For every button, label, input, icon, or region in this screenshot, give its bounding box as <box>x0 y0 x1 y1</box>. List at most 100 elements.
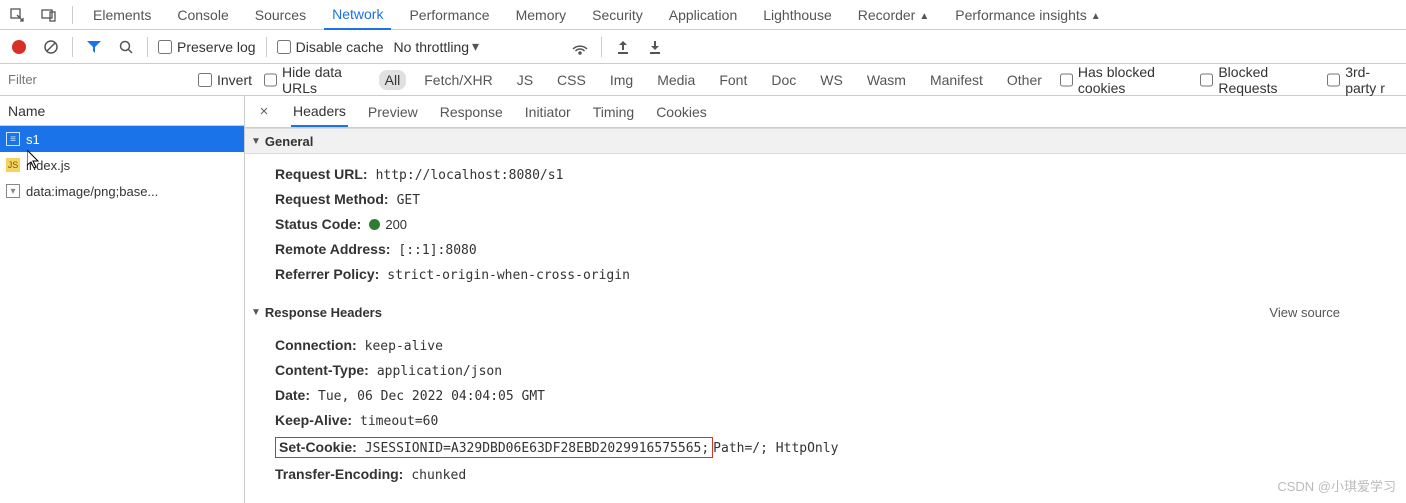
filter-css[interactable]: CSS <box>551 70 592 90</box>
filter-toggle-icon[interactable] <box>83 36 105 58</box>
filter-js[interactable]: JS <box>511 70 539 90</box>
value: http://localhost:8080/s1 <box>376 168 564 183</box>
filter-media[interactable]: Media <box>651 70 701 90</box>
label: Set-Cookie: <box>279 439 357 455</box>
filter-img[interactable]: Img <box>604 70 639 90</box>
triangle-down-icon: ▼ <box>251 136 261 147</box>
response-headers-list: Connection: keep-alive Content-Type: appli… <box>245 325 1406 499</box>
third-party-checkbox[interactable]: 3rd-party r <box>1327 64 1400 96</box>
value: 200 <box>369 217 407 233</box>
document-icon: ≡ <box>6 132 20 146</box>
filter-bar: Invert Hide data URLs All Fetch/XHR JS C… <box>0 64 1406 96</box>
disable-cache-checkbox[interactable]: Disable cache <box>277 39 384 55</box>
tab-lighthouse[interactable]: Lighthouse <box>755 1 840 29</box>
section-general[interactable]: ▼ General <box>245 128 1406 154</box>
throttling-value: No throttling <box>394 39 469 55</box>
tab-console[interactable]: Console <box>169 1 236 29</box>
section-title: General <box>265 134 313 149</box>
preserve-log-label: Preserve log <box>177 39 256 55</box>
value: [::1]:8080 <box>398 243 476 258</box>
general-list: Request URL:http://localhost:8080/s1 Req… <box>245 154 1406 299</box>
filter-input[interactable] <box>6 69 186 90</box>
request-row[interactable]: ≡ s1 <box>0 126 244 152</box>
request-list-pane: Name ≡ s1 JS index.js ▾ data:image/png;b… <box>0 96 245 503</box>
tab-memory[interactable]: Memory <box>508 1 575 29</box>
close-detail-icon[interactable]: × <box>255 103 273 120</box>
value: timeout=60 <box>360 414 438 429</box>
label: Connection: <box>275 337 357 353</box>
filter-manifest[interactable]: Manifest <box>924 70 989 90</box>
tab-sources[interactable]: Sources <box>247 1 314 29</box>
search-icon[interactable] <box>115 36 137 58</box>
value: application/json <box>377 364 502 379</box>
download-har-icon[interactable] <box>644 36 666 58</box>
filter-all[interactable]: All <box>379 70 407 90</box>
filter-ws[interactable]: WS <box>814 70 849 90</box>
label: Referrer Policy: <box>275 266 379 282</box>
request-name: index.js <box>26 158 70 173</box>
chevron-down-icon: ▾ <box>472 38 479 55</box>
request-row[interactable]: JS index.js <box>0 152 244 178</box>
value: keep-alive <box>365 339 443 354</box>
separator <box>266 37 267 57</box>
throttling-select[interactable]: No throttling ▾ <box>394 38 560 55</box>
filter-wasm[interactable]: Wasm <box>861 70 912 90</box>
section-response-headers[interactable]: ▼ Response Headers View source <box>245 299 1406 325</box>
blocked-requests-checkbox[interactable]: Blocked Requests <box>1200 64 1315 96</box>
label: Content-Type: <box>275 362 369 378</box>
tab-preview[interactable]: Preview <box>366 98 420 126</box>
label: Status Code: <box>275 216 361 232</box>
detail-tabs: × Headers Preview Response Initiator Tim… <box>245 96 1406 128</box>
network-toolbar: Preserve log Disable cache No throttling… <box>0 30 1406 64</box>
label: Remote Address: <box>275 241 390 257</box>
inspect-element-icon[interactable] <box>6 4 28 26</box>
value: JSESSIONID=A329DBD06E63DF28EBD2029916575… <box>365 441 709 456</box>
column-header-name[interactable]: Name <box>0 96 244 126</box>
filter-fetch[interactable]: Fetch/XHR <box>418 70 498 90</box>
label: Request URL: <box>275 166 368 182</box>
network-body: Name ≡ s1 JS index.js ▾ data:image/png;b… <box>0 96 1406 503</box>
tab-recorder[interactable]: Recorder <box>850 1 938 29</box>
separator <box>72 37 73 57</box>
tab-response[interactable]: Response <box>438 98 505 126</box>
watermark: CSDN @小琪爱学习 <box>1277 476 1396 495</box>
filter-doc[interactable]: Doc <box>765 70 802 90</box>
preserve-log-input[interactable] <box>158 40 172 54</box>
has-blocked-cookies-checkbox[interactable]: Has blocked cookies <box>1060 64 1188 96</box>
value: strict-origin-when-cross-origin <box>387 268 630 283</box>
preserve-log-checkbox[interactable]: Preserve log <box>158 39 256 55</box>
device-toolbar-icon[interactable] <box>38 4 60 26</box>
upload-har-icon[interactable] <box>612 36 634 58</box>
js-file-icon: JS <box>6 158 20 172</box>
tab-application[interactable]: Application <box>661 1 746 29</box>
tab-headers[interactable]: Headers <box>291 97 348 127</box>
image-icon: ▾ <box>6 184 20 198</box>
tab-initiator[interactable]: Initiator <box>523 98 573 126</box>
invert-checkbox[interactable]: Invert <box>198 72 252 88</box>
disable-cache-input[interactable] <box>277 40 291 54</box>
separator <box>601 37 602 57</box>
tab-performance-insights[interactable]: Performance insights <box>947 1 1108 29</box>
request-row[interactable]: ▾ data:image/png;base... <box>0 178 244 204</box>
clear-icon[interactable] <box>40 36 62 58</box>
filter-font[interactable]: Font <box>713 70 753 90</box>
disable-cache-label: Disable cache <box>296 39 384 55</box>
request-name: data:image/png;base... <box>26 184 158 199</box>
label: Date: <box>275 387 310 403</box>
request-detail-pane: × Headers Preview Response Initiator Tim… <box>245 96 1406 503</box>
filter-other[interactable]: Other <box>1001 70 1048 90</box>
tab-performance[interactable]: Performance <box>401 1 497 29</box>
tab-timing[interactable]: Timing <box>591 98 637 126</box>
record-button[interactable] <box>8 36 30 58</box>
request-name: s1 <box>26 132 40 147</box>
tab-elements[interactable]: Elements <box>85 1 159 29</box>
tab-network[interactable]: Network <box>324 0 391 30</box>
network-conditions-icon[interactable] <box>569 36 591 58</box>
tab-security[interactable]: Security <box>584 1 651 29</box>
hide-data-urls-checkbox[interactable]: Hide data URLs <box>264 64 367 96</box>
view-source-link[interactable]: View source <box>1269 305 1340 320</box>
separator <box>72 6 73 24</box>
label: Keep-Alive: <box>275 412 352 428</box>
label: Transfer-Encoding: <box>275 466 403 482</box>
tab-cookies[interactable]: Cookies <box>654 98 709 126</box>
